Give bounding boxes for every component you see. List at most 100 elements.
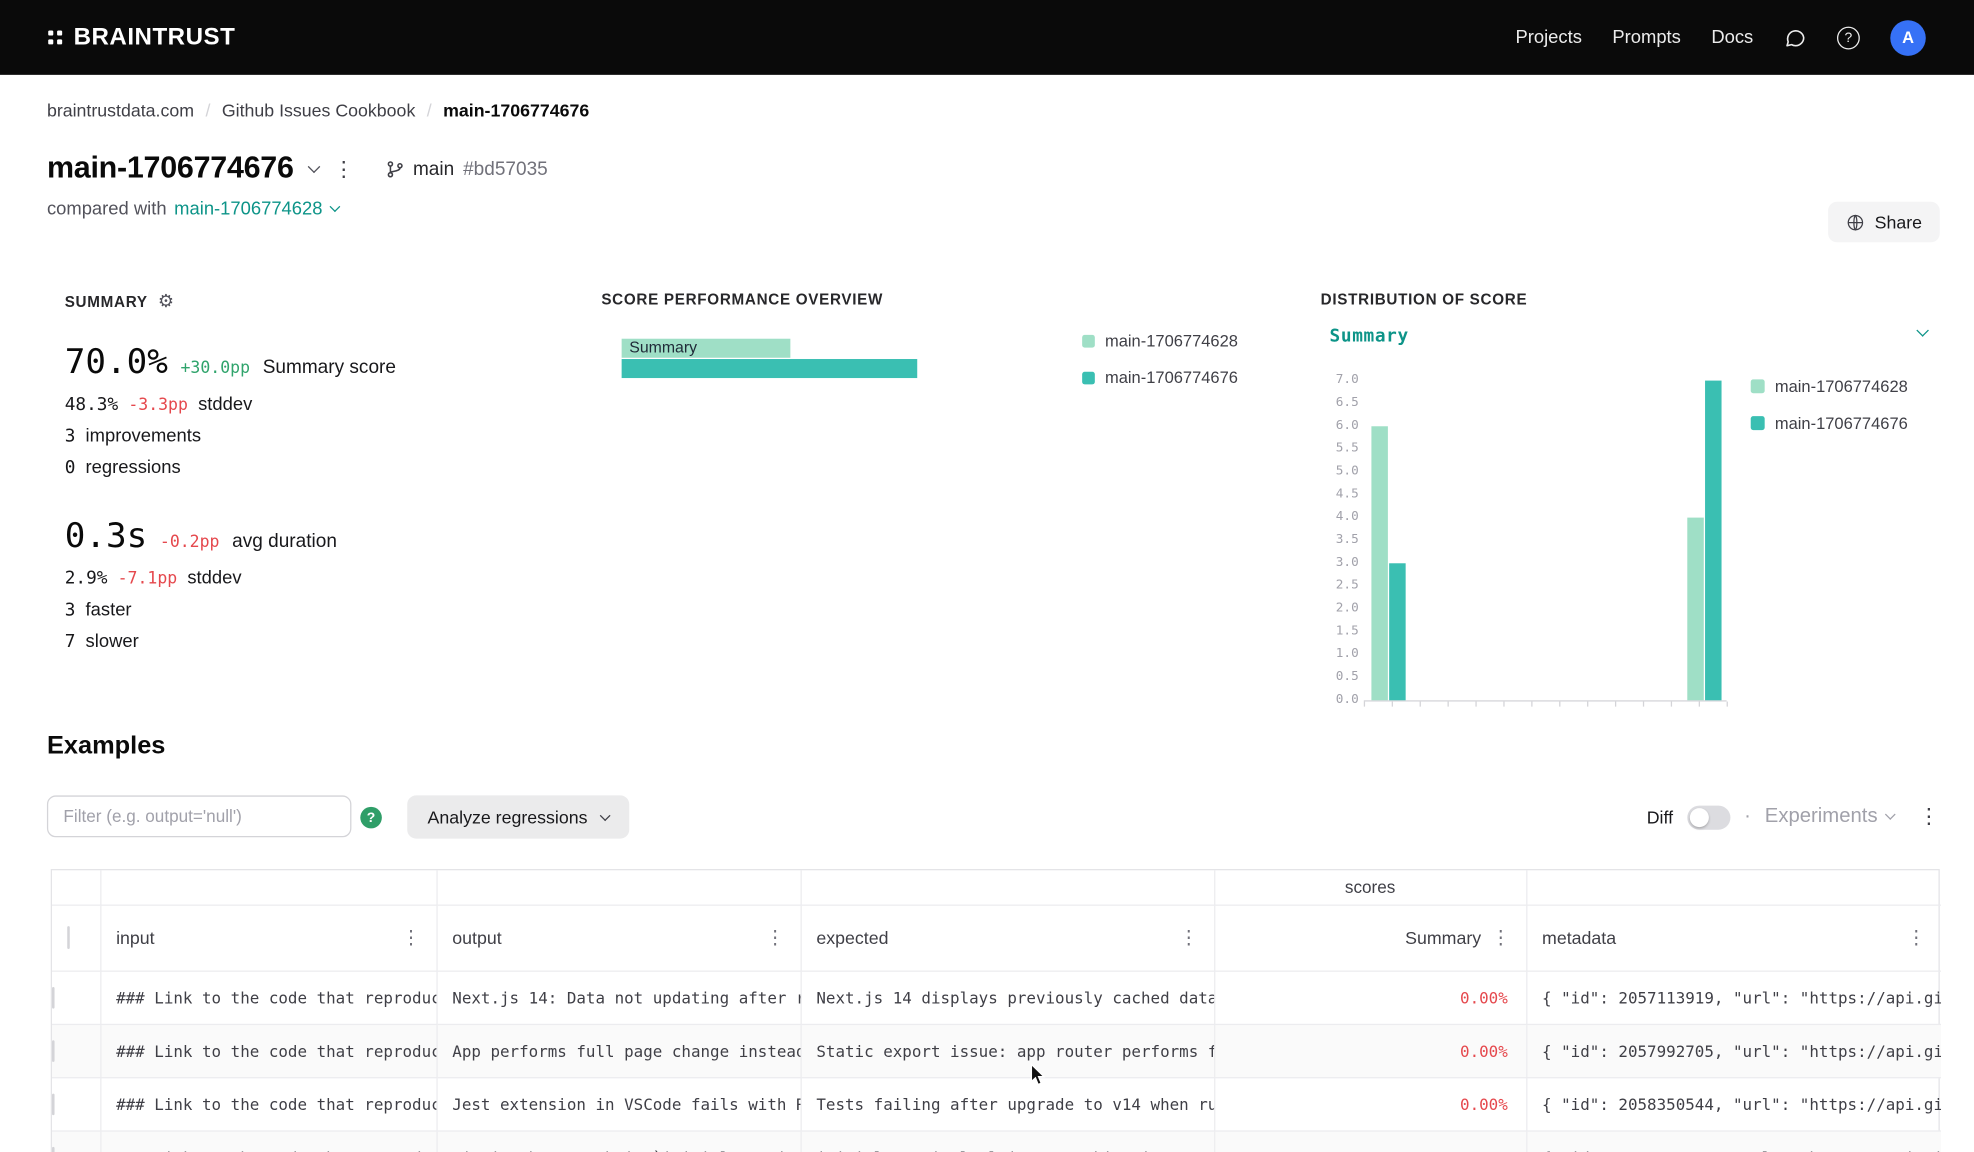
column-header-summary[interactable]: Summary⋮ <box>1214 905 1526 971</box>
analyze-regressions-button[interactable]: Analyze regressions <box>407 795 629 838</box>
gear-icon[interactable]: ⚙ <box>158 291 175 313</box>
avatar[interactable]: A <box>1890 20 1926 56</box>
column-kebab-icon[interactable]: ⋮ <box>766 928 785 947</box>
summary-stddev-label: stddev <box>198 395 252 415</box>
x-axis-tick <box>1559 702 1560 707</box>
cell-metadata[interactable]: { "id": 2058350544, "url": "https://api.… <box>1526 1077 1941 1130</box>
legend-swatch-676 <box>1082 371 1095 384</box>
duration-stddev-delta: -7.1pp <box>118 570 178 589</box>
brand-logo[interactable]: BRAINTRUST <box>48 23 235 51</box>
distribution-chevron-down-icon[interactable] <box>1916 324 1929 337</box>
cell-expected[interactable]: Tests failing after upgrade to v14 when … <box>801 1077 1215 1130</box>
summary-stddev-value: 48.3% <box>65 395 118 415</box>
experiments-selector[interactable]: Experiments <box>1765 806 1894 829</box>
cell-expected[interactable]: Static export issue: app router performs… <box>801 1024 1215 1077</box>
distribution-bar-main-1706774628-0% <box>1371 426 1387 700</box>
cell-summary-score[interactable]: 100.00% <box>1214 1130 1526 1152</box>
table-row[interactable]: ### Link to the code that reproduc… Miss… <box>52 1130 1941 1152</box>
x-axis-tick <box>1448 702 1449 707</box>
summary-score-delta: +30.0pp <box>181 359 251 378</box>
column-kebab-icon[interactable]: ⋮ <box>1179 928 1198 947</box>
title-chevron-down-icon[interactable] <box>307 160 320 173</box>
help-icon[interactable]: ? <box>1837 26 1860 49</box>
y-axis-tick-label: 6.5 <box>1326 396 1359 411</box>
row-checkbox[interactable] <box>52 1040 55 1062</box>
column-label: input <box>116 927 155 947</box>
page: BRAINTRUST Projects Prompts Docs ? A bra… <box>0 0 1974 1152</box>
experiments-label: Experiments <box>1765 806 1878 829</box>
cell-summary-score[interactable]: 0.00% <box>1214 1077 1526 1130</box>
score-overview-chart: Summary <box>622 339 1053 378</box>
cell-output[interactable]: Next.js 14: Data not updating after r… <box>436 971 800 1024</box>
breadcrumb-project[interactable]: Github Issues Cookbook <box>222 100 416 120</box>
cell-input[interactable]: ### Link to the code that reproduc… <box>100 971 436 1024</box>
duration-stddev-value: 2.9% <box>65 568 108 588</box>
regressions-row: 0 regressions <box>65 458 585 478</box>
column-header-metadata[interactable]: metadata ⋮ <box>1526 905 1941 971</box>
distribution-panel: DISTRIBUTION OF SCORE Summary 7.06.56.05… <box>1321 291 1940 710</box>
table-row[interactable]: ### Link to the code that reproduc… App … <box>52 1024 1941 1077</box>
chat-icon[interactable] <box>1784 26 1807 49</box>
cell-summary-score[interactable]: 0.00% <box>1214 1024 1526 1077</box>
cell-input[interactable]: ### Link to the code that reproduc… <box>100 1024 436 1077</box>
distribution-chart: 7.06.56.05.55.04.54.03.53.02.52.01.51.00… <box>1326 381 1745 713</box>
slower-row: 7 slower <box>65 632 585 652</box>
select-all-checkbox[interactable] <box>67 926 70 949</box>
column-header-input[interactable]: input ⋮ <box>100 905 436 971</box>
nav-right: Projects Prompts Docs ? A <box>1515 20 1925 56</box>
nav-link-projects[interactable]: Projects <box>1515 27 1581 47</box>
summary-panel: SUMMARY ⚙ 70.0% +30.0pp Summary score 48… <box>65 291 585 653</box>
cell-output[interactable]: App performs full page change instead… <box>436 1024 800 1077</box>
table-row[interactable]: ### Link to the code that reproduc… Jest… <box>52 1077 1941 1130</box>
x-axis-tick <box>1615 702 1616 707</box>
cell-metadata[interactable]: { "id": 2057992705, "url": "https://api.… <box>1526 1024 1941 1077</box>
table-options-kebab-icon[interactable]: ⋮ <box>1918 804 1940 829</box>
cell-metadata[interactable]: { "id": 2057595179, "url": "https://api.… <box>1526 1130 1941 1152</box>
row-checkbox[interactable] <box>52 1146 55 1152</box>
breadcrumb-experiment[interactable]: main-1706774676 <box>443 100 589 120</box>
help-glyph: ? <box>1845 30 1853 45</box>
x-axis-tick <box>1699 702 1700 707</box>
x-axis-tick <box>1587 702 1588 707</box>
title-kebab-icon[interactable]: ⋮ <box>333 158 355 180</box>
share-button[interactable]: Share <box>1828 202 1940 243</box>
filter-help-icon[interactable]: ? <box>360 807 382 829</box>
cell-expected[interactable]: Next.js 14 displays previously cached da… <box>801 971 1215 1024</box>
column-label: metadata <box>1542 927 1616 947</box>
column-kebab-icon[interactable]: ⋮ <box>402 928 421 947</box>
legend-swatch-628 <box>1082 334 1095 347</box>
table-row[interactable]: ### Link to the code that reproduc… Next… <box>52 971 1941 1024</box>
column-kebab-icon[interactable]: ⋮ <box>1491 928 1510 947</box>
row-checkbox[interactable] <box>52 986 55 1008</box>
breadcrumb-separator: / <box>427 100 432 120</box>
nav-link-docs[interactable]: Docs <box>1711 27 1753 47</box>
column-kebab-icon[interactable]: ⋮ <box>1907 928 1926 947</box>
breadcrumb-org[interactable]: braintrustdata.com <box>47 100 194 120</box>
row-checkbox[interactable] <box>52 1093 55 1115</box>
y-axis-tick-label: 7.0 <box>1326 373 1359 388</box>
row-select-cell <box>52 1130 100 1152</box>
cell-input[interactable]: ### Link to the code that reproduc… <box>100 1077 436 1130</box>
cell-output[interactable]: Jest extension in VSCode fails with R… <box>436 1077 800 1130</box>
score-bar-main-1706774628: Summary <box>622 339 791 358</box>
column-header-expected[interactable]: expected⋮ <box>801 905 1215 971</box>
nav-link-prompts[interactable]: Prompts <box>1612 27 1681 47</box>
examples-table: scores input⋮ output⋮ expected⋮ Summary⋮… <box>51 869 1940 1152</box>
column-header-output[interactable]: output⋮ <box>436 905 800 971</box>
breadcrumb-separator: / <box>205 100 210 120</box>
compare-target-link[interactable]: main-1706774628 <box>174 199 339 219</box>
cell-expected[interactable]: initialCanonicalUrl is not taking into a… <box>801 1130 1215 1152</box>
diff-toggle[interactable] <box>1687 805 1730 829</box>
cell-metadata[interactable]: { "id": 2057113919, "url": "https://api.… <box>1526 971 1941 1024</box>
cell-output[interactable]: Missing base path in `initialCanonica… <box>436 1130 800 1152</box>
cell-summary-score[interactable]: 0.00% <box>1214 971 1526 1024</box>
y-axis-tick-label: 5.5 <box>1326 441 1359 456</box>
legend-item: main-1706774676 <box>1751 414 1908 433</box>
duration-metric: 0.3s -0.2pp avg duration <box>65 516 585 557</box>
filter-input[interactable] <box>47 795 351 837</box>
distribution-score-select[interactable]: Summary <box>1330 326 1409 346</box>
summary-heading-label: SUMMARY <box>65 292 148 310</box>
y-axis-tick-label: 2.5 <box>1326 578 1359 593</box>
legend-swatch-628 <box>1751 379 1765 393</box>
cell-input[interactable]: ### Link to the code that reproduc… <box>100 1130 436 1152</box>
